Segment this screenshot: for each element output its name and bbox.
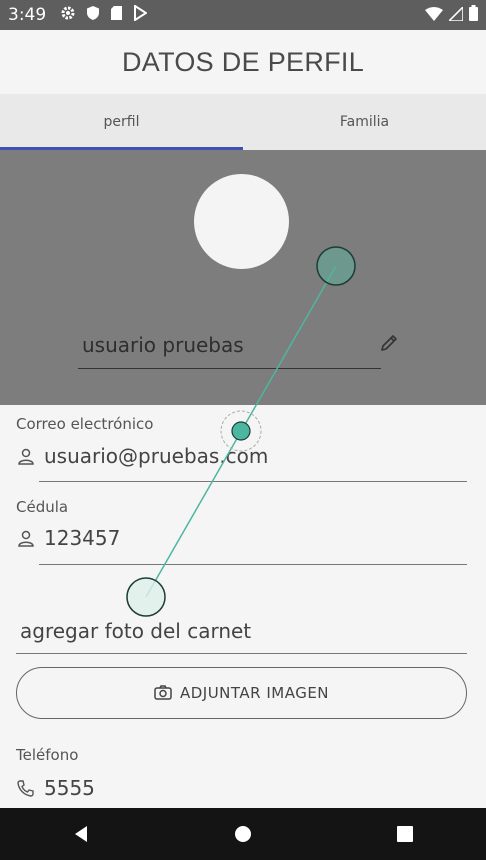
settings-icon (60, 5, 76, 25)
profile-header: usuario pruebas (0, 150, 486, 405)
cedula-label: Cédula (16, 498, 69, 516)
phone-value: 5555 (44, 776, 95, 800)
person-icon (16, 528, 36, 548)
wifi-icon (425, 6, 443, 25)
attach-image-label: ADJUNTAR IMAGEN (179, 684, 330, 702)
name-field[interactable]: usuario pruebas (78, 322, 381, 369)
camera-icon (154, 684, 172, 702)
tab-perfil[interactable]: perfil (0, 94, 243, 150)
status-bar: 3:49 (0, 0, 486, 30)
carnet-field[interactable]: agregar foto del carnet (16, 608, 467, 654)
email-label: Correo electrónico (16, 415, 154, 433)
battery-icon (469, 5, 478, 25)
phone-field[interactable]: 5555 (16, 768, 95, 808)
attach-image-button[interactable]: ADJUNTAR IMAGEN (16, 667, 467, 719)
tab-familia[interactable]: Familia (243, 94, 486, 150)
sd-card-icon (110, 5, 123, 25)
page-title: DATOS DE PERFIL (121, 46, 365, 77)
carnet-placeholder: agregar foto del carnet (20, 618, 252, 643)
cedula-field[interactable]: 123457 (16, 518, 120, 558)
navigation-bar (0, 808, 486, 860)
email-underline (39, 481, 467, 482)
tab-bar: perfil Familia (0, 94, 486, 150)
pencil-icon[interactable] (378, 332, 400, 354)
status-time: 3:49 (8, 5, 47, 25)
back-icon[interactable] (61, 814, 101, 854)
status-right (425, 4, 478, 25)
cedula-underline (39, 564, 467, 565)
phone-icon (16, 778, 36, 798)
person-icon (16, 446, 36, 466)
avatar[interactable] (194, 174, 289, 269)
phone-label: Teléfono (16, 746, 79, 764)
title-bar: DATOS DE PERFIL (0, 30, 486, 94)
recents-icon[interactable] (385, 814, 425, 854)
home-icon[interactable] (223, 814, 263, 854)
email-field[interactable]: usuario@pruebas.com (16, 436, 268, 476)
name-value: usuario pruebas (82, 333, 244, 357)
email-value: usuario@pruebas.com (44, 444, 269, 468)
shield-icon (86, 5, 100, 25)
signal-icon (447, 4, 464, 25)
play-store-icon (133, 4, 149, 25)
cedula-value: 123457 (44, 526, 121, 550)
